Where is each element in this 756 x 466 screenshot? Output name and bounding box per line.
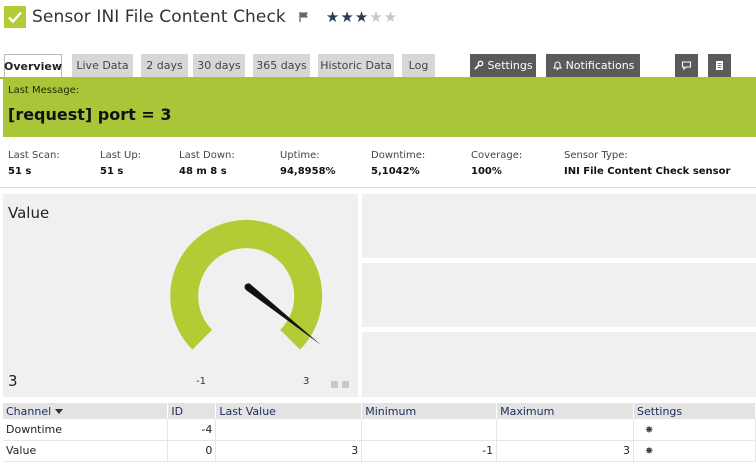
- tab-historic-data[interactable]: Historic Data: [318, 54, 394, 77]
- cell-last-value: [215, 419, 363, 441]
- cell-minimum: [361, 419, 498, 441]
- gauge-panel: Value 3 -1 3: [3, 194, 358, 397]
- cell-id: 0: [167, 440, 217, 462]
- gauge-actions: [331, 381, 349, 388]
- star-icon[interactable]: ★: [355, 9, 368, 25]
- cell-id: -4: [167, 419, 217, 441]
- col-minimum[interactable]: Minimum: [361, 403, 498, 419]
- sort-desc-icon: [55, 409, 64, 414]
- cell-settings: ✸: [633, 419, 756, 441]
- col-channel-label: Channel: [6, 404, 52, 418]
- stat-coverage: Coverage: 100%: [471, 150, 522, 177]
- star-icon[interactable]: ★: [340, 9, 353, 25]
- cell-maximum: [496, 419, 635, 441]
- stat-value[interactable]: INI File Content Check sensor: [564, 166, 730, 177]
- stat-last-up: Last Up: 51 s: [100, 150, 141, 177]
- gear-icon[interactable]: ✸: [645, 446, 653, 457]
- channels-table: Channel ID Last Value Minimum Maximum Se…: [3, 403, 756, 462]
- flag-icon[interactable]: [298, 11, 310, 23]
- comments-button[interactable]: [675, 54, 698, 77]
- col-maximum[interactable]: Maximum: [496, 403, 635, 419]
- tab-notifications-label: Notifications: [565, 59, 635, 72]
- stat-last-down: Last Down: 48 m 8 s: [179, 150, 235, 177]
- tab-settings-label: Settings: [487, 59, 533, 72]
- stat-downtime: Downtime: 5,1042%: [371, 150, 425, 177]
- graph-panel-1: [362, 194, 756, 258]
- gauge-hub: [244, 283, 252, 291]
- stat-key: Last Down:: [179, 150, 235, 161]
- tab-2-days[interactable]: 2 days: [141, 54, 188, 77]
- comment-icon: [681, 61, 692, 71]
- stat-value: 100%: [471, 166, 502, 177]
- star-icon[interactable]: ★: [384, 9, 397, 25]
- page-header: Sensor INI File Content Check ★ ★ ★ ★ ★: [4, 5, 397, 29]
- stat-key: Last Up:: [100, 150, 142, 161]
- bell-icon: [552, 61, 562, 71]
- last-message-label: Last Message:: [8, 85, 80, 96]
- stat-value: 48 m 8 s: [179, 166, 227, 177]
- cell-last-value: 3: [215, 440, 363, 462]
- tab-bar: Overview Live Data 2 days 30 days 365 da…: [4, 54, 756, 78]
- table-row[interactable]: Downtime -4 ✸: [3, 419, 756, 441]
- wrench-icon: [474, 60, 484, 70]
- stat-value: 5,1042%: [371, 166, 420, 177]
- col-last-value[interactable]: Last Value: [215, 403, 363, 419]
- graph-panel-3: [362, 332, 756, 397]
- document-icon: [716, 61, 723, 70]
- stat-uptime: Uptime: 94,8958%: [280, 150, 336, 177]
- cell-minimum: -1: [361, 440, 498, 462]
- gauge-value: 3: [8, 372, 18, 390]
- table-header-row: Channel ID Last Value Minimum Maximum Se…: [3, 403, 756, 419]
- gauge-min: -1: [196, 376, 206, 387]
- page-title: Sensor INI File Content Check: [32, 7, 286, 27]
- cell-channel[interactable]: Downtime: [3, 419, 169, 441]
- gauge-max: 3: [303, 376, 310, 387]
- last-message-text: [request] port = 3: [8, 105, 172, 124]
- tab-notifications[interactable]: Notifications: [546, 54, 640, 77]
- stat-key: Sensor Type:: [564, 150, 628, 161]
- gauge-dial: [170, 219, 323, 350]
- table-row[interactable]: Value 0 3 -1 3 ✸: [3, 440, 756, 462]
- cell-maximum: 3: [496, 440, 635, 462]
- cell-settings: ✸: [633, 440, 756, 462]
- priority-stars[interactable]: ★ ★ ★ ★ ★: [326, 9, 397, 25]
- stat-value: 94,8958%: [280, 166, 336, 177]
- star-icon[interactable]: ★: [326, 9, 339, 25]
- tab-overview[interactable]: Overview: [4, 54, 62, 78]
- col-settings: Settings: [633, 403, 756, 419]
- tab-30-days[interactable]: 30 days: [193, 54, 245, 77]
- stat-key: Coverage:: [471, 150, 523, 161]
- status-ok-icon: [4, 6, 26, 28]
- star-icon[interactable]: ★: [369, 9, 382, 25]
- history-button[interactable]: [708, 54, 731, 77]
- stat-key: Last Scan:: [8, 150, 60, 161]
- sensor-stats: Last Scan: 51 s Last Up: 51 s Last Down:…: [0, 138, 756, 188]
- tab-log[interactable]: Log: [402, 54, 435, 77]
- tab-365-days[interactable]: 365 days: [253, 54, 310, 77]
- stat-last-scan: Last Scan: 51 s: [8, 150, 60, 177]
- stat-sensor-type: Sensor Type: INI File Content Check sens…: [564, 150, 730, 177]
- col-id[interactable]: ID: [167, 403, 217, 419]
- pin-icon[interactable]: [331, 381, 338, 388]
- settings-icon[interactable]: [342, 381, 349, 388]
- stat-value: 51 s: [100, 166, 124, 177]
- tab-settings[interactable]: Settings: [470, 54, 536, 77]
- gear-icon[interactable]: ✸: [645, 425, 653, 436]
- stat-value: 51 s: [8, 166, 32, 177]
- stat-key: Uptime:: [280, 150, 320, 161]
- stat-key: Downtime:: [371, 150, 426, 161]
- graph-panel-2: [362, 263, 756, 327]
- last-message-panel: Last Message: [request] port = 3: [3, 79, 756, 137]
- tab-live-data[interactable]: Live Data: [72, 54, 133, 77]
- col-channel[interactable]: Channel: [3, 403, 169, 419]
- gauge-label: Value: [8, 204, 50, 222]
- cell-channel[interactable]: Value: [3, 440, 169, 462]
